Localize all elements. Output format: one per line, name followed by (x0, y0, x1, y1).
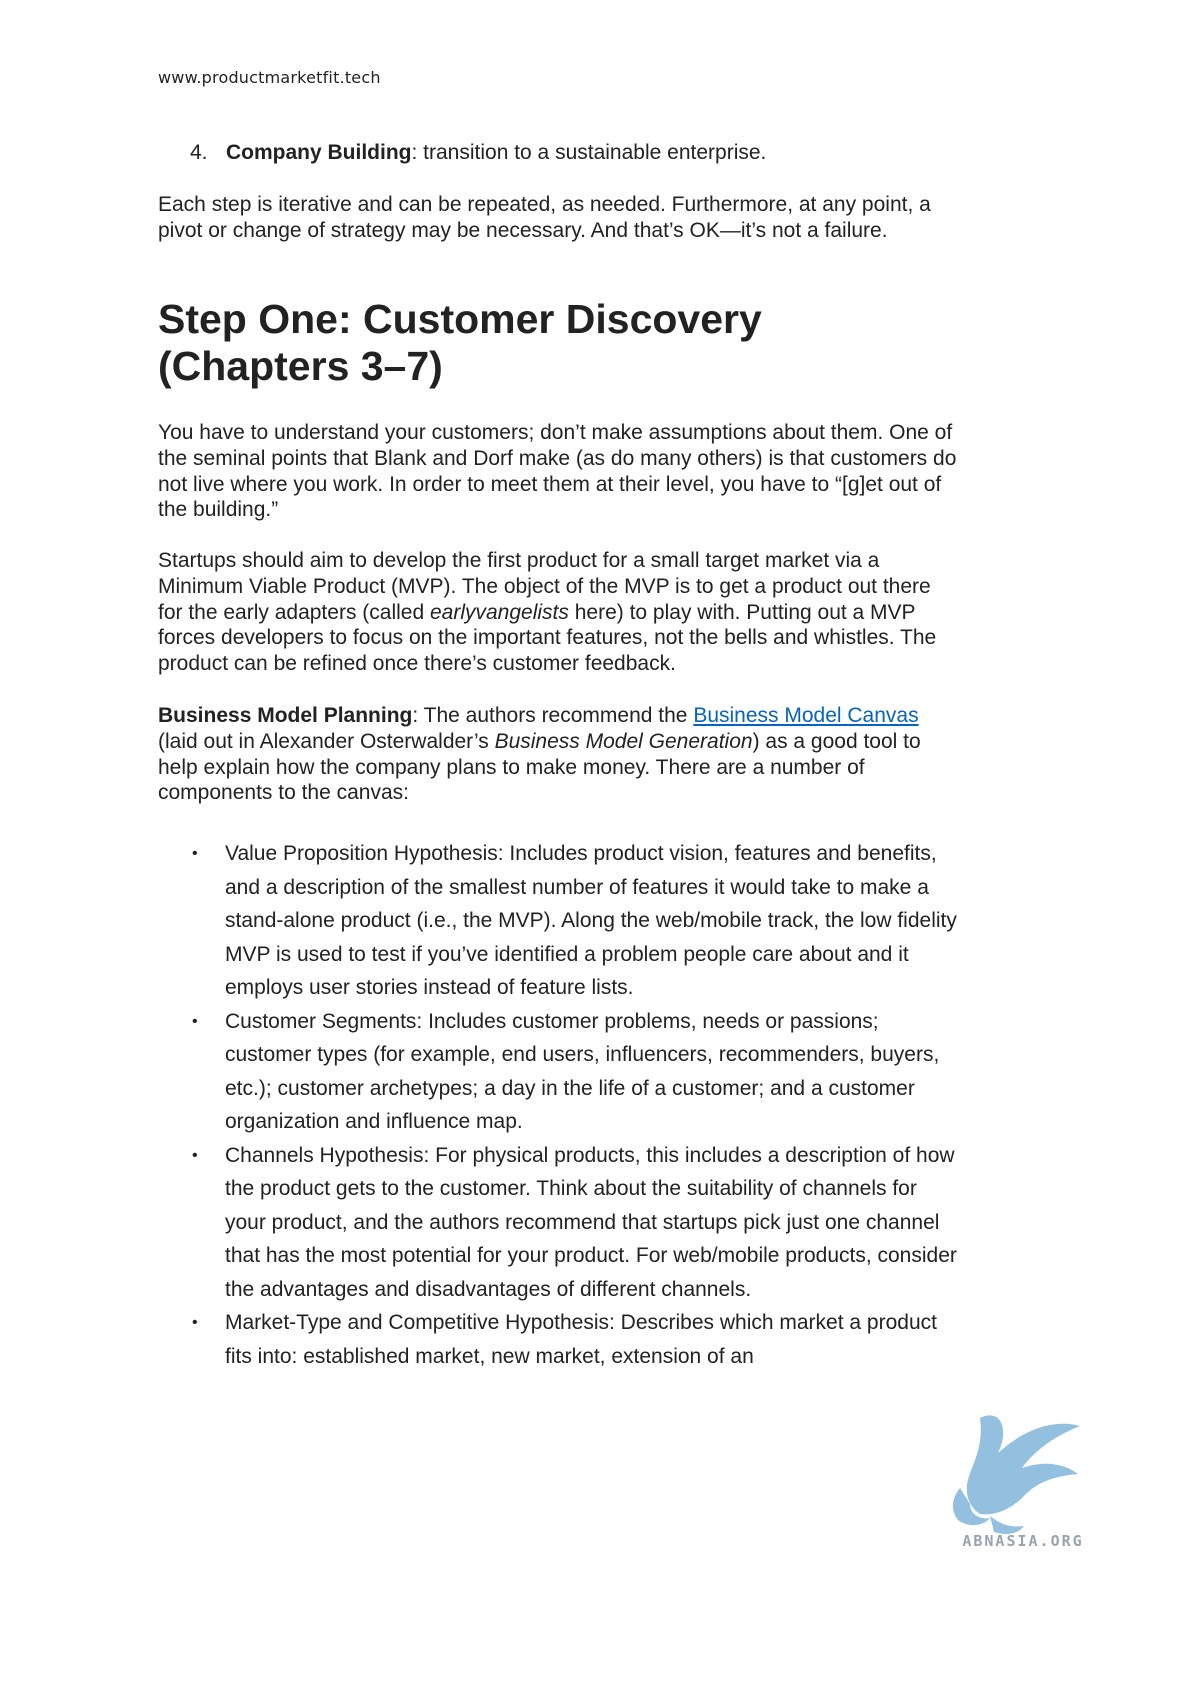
section-heading: Step One: Customer Discovery (Chapters 3–… (158, 296, 958, 390)
bmp-text-2: (laid out in Alexander Osterwalder’s (158, 729, 495, 753)
griffin-logo-icon (952, 1415, 1080, 1534)
bullet-text: Market-Type and Competitive Hypothesis: … (225, 1311, 937, 1368)
bullet-icon: • (192, 1012, 198, 1030)
bullet-text: Channels Hypothesis: For physical produc… (225, 1143, 957, 1301)
list-item: • Channels Hypothesis: For physical produ… (158, 1139, 958, 1307)
understand-customers-paragraph: You have to understand your customers; d… (158, 421, 957, 522)
numbered-list-item: 4. Company Building: transition to a sust… (190, 140, 1010, 166)
earlyvangelists-term: earlyvangelists (429, 600, 569, 624)
heading-line-2: (Chapters 3–7) (158, 343, 443, 389)
business-model-canvas-link[interactable]: Business Model Canvas (693, 704, 918, 727)
intro-paragraph: Each step is iterative and can be repeat… (158, 193, 931, 242)
canvas-components-list: • Value Proposition Hypothesis: Includes … (158, 837, 958, 1373)
list-item: • Market-Type and Competitive Hypothesis:… (158, 1306, 958, 1373)
list-item: • Value Proposition Hypothesis: Includes … (158, 837, 958, 1005)
bullet-icon: • (192, 1314, 198, 1331)
bullet-icon: • (192, 1146, 198, 1164)
bmp-term: Business Model Planning (158, 704, 413, 727)
heading-line-1: Step One: Customer Discovery (158, 296, 762, 342)
bmp-text-1: : The authors recommend the (412, 704, 694, 727)
list-item: • Customer Segments: Includes customer pr… (158, 1005, 958, 1139)
list-item-text: : transition to a sustainable enterprise… (411, 141, 767, 164)
bullet-icon: • (192, 845, 198, 862)
list-number: 4. (190, 141, 208, 164)
bullet-text: Value Proposition Hypothesis: Includes p… (225, 842, 957, 999)
watermark-text: ABNASIA.ORG (962, 1532, 1084, 1550)
business-model-paragraph: Business Model Planning: The authors rec… (158, 703, 958, 806)
list-item-term: Company Building (226, 141, 412, 164)
site-url-header: www.productmarketfit.tech (158, 68, 381, 87)
book-title: Business Model Generation (494, 729, 753, 753)
bullet-text: Customer Segments: Includes customer pro… (225, 1009, 940, 1134)
mvp-paragraph: Startups should aim to develop the first… (158, 548, 958, 677)
document-page: www.productmarketfit.tech 4. Company Buil… (0, 0, 1103, 1559)
